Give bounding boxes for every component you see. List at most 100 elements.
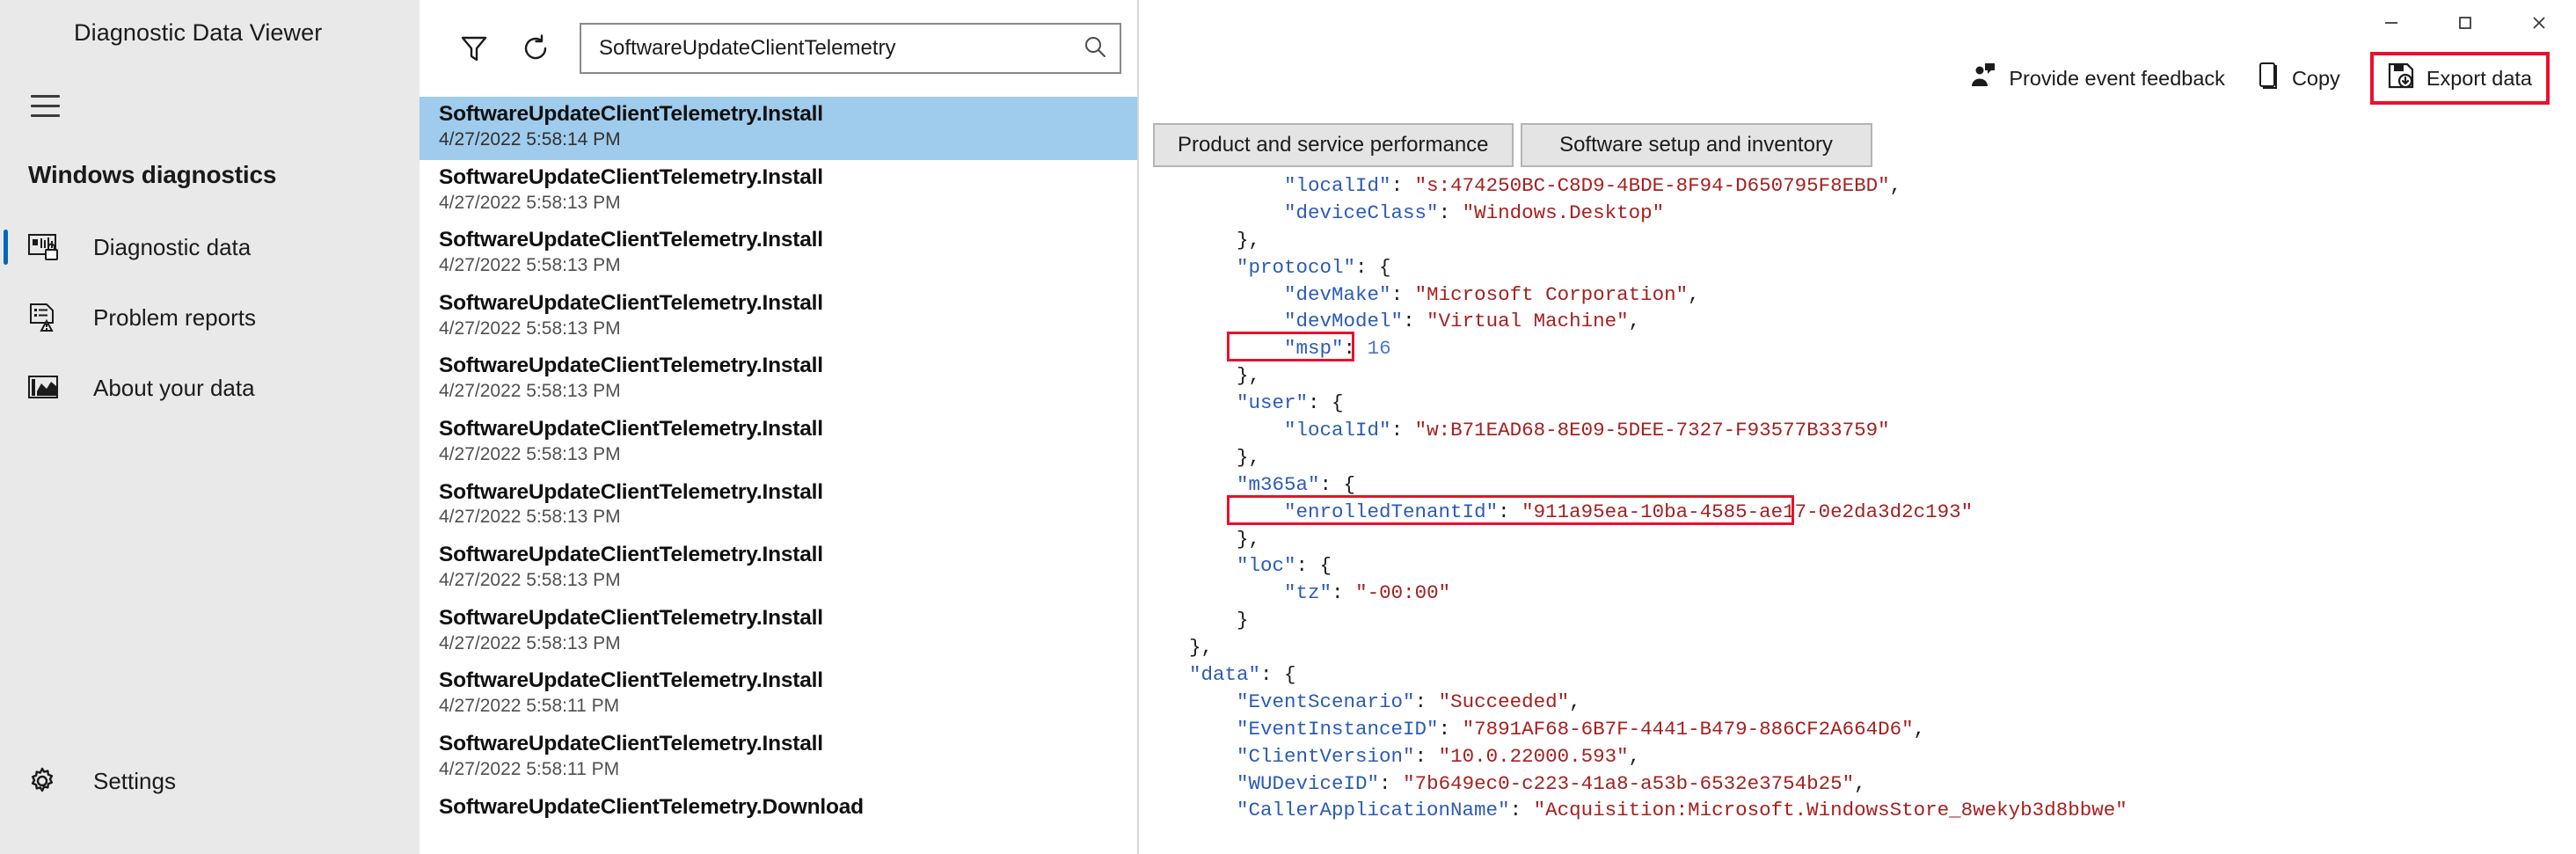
hamburger-menu-icon[interactable] [19,80,70,131]
list-item[interactable]: SoftwareUpdateClientTelemetry.Install4/2… [420,663,1137,726]
event-timestamp: 4/27/2022 5:58:13 PM [439,379,1137,403]
event-name: SoftwareUpdateClientTelemetry.Download [439,795,1137,821]
json-punctuation: : { [1320,473,1356,496]
sidebar-item-problem-reports[interactable]: Problem reports [0,282,420,353]
json-key: "enrolledTenantId" [1284,500,1498,523]
search-input[interactable] [599,36,1083,61]
event-timestamp: 4/27/2022 5:58:14 PM [439,128,1137,151]
tab-product-and-service-performance[interactable]: Product and service performance [1153,123,1514,167]
json-indent [1165,500,1284,523]
list-item[interactable]: SoftwareUpdateClientTelemetry.Install4/2… [420,601,1137,664]
event-name: SoftwareUpdateClientTelemetry.Install [439,228,1137,253]
json-number-value: 16 [1368,337,1391,360]
event-timestamp: 4/27/2022 5:58:13 PM [439,253,1137,277]
tab-software-setup-and-inventory[interactable]: Software setup and inventory [1521,123,1872,167]
search-icon[interactable] [1083,34,1107,63]
copy-button[interactable]: Copy [2241,54,2356,103]
json-indent [1165,419,1284,442]
json-punctuation: : [1498,500,1522,523]
list-item[interactable]: SoftwareUpdateClientTelemetry.Install4/2… [420,160,1137,223]
sidebar-nav-list: Diagnostic data Problem [0,212,420,423]
json-punctuation: }, [1237,528,1260,551]
gear-icon [28,767,74,795]
json-line: "localId": "w:B71EAD68-8E09-5DEE-7327-F9… [1165,417,2576,444]
refresh-icon[interactable] [511,24,560,73]
list-item[interactable]: SoftwareUpdateClientTelemetry.Install4/2… [420,97,1137,160]
json-line: "protocol": { [1165,254,2576,281]
json-key: "localId" [1284,174,1391,197]
sidebar-item-settings[interactable]: Settings [0,750,420,812]
event-timestamp: 4/27/2022 5:58:13 PM [439,442,1137,466]
list-item[interactable]: SoftwareUpdateClientTelemetry.Download [420,790,1137,853]
json-indent [1165,554,1237,577]
json-key: "user" [1237,391,1308,414]
json-line: "user": { [1165,390,2576,417]
json-scrollbar[interactable] [2564,172,2576,854]
json-key: "localId" [1284,419,1391,442]
json-line: "m365a": { [1165,471,2576,499]
export-data-label: Export data [2426,67,2532,91]
search-box[interactable] [580,23,1121,74]
hamburger-bar [31,105,60,107]
json-line: "devModel": "Virtual Machine", [1165,308,2576,335]
category-tabs: Product and service performance Software… [1139,104,2576,167]
event-name: SoftwareUpdateClientTelemetry.Install [439,732,1137,757]
event-name: SoftwareUpdateClientTelemetry.Install [439,354,1137,379]
json-indent [1165,201,1284,224]
list-item[interactable]: SoftwareUpdateClientTelemetry.Install4/2… [420,223,1137,286]
json-line: }, [1165,634,2576,661]
json-indent [1165,690,1237,713]
json-punctuation: : { [1260,663,1296,686]
json-punctuation: , [1629,745,1641,768]
list-item[interactable]: SoftwareUpdateClientTelemetry.Install4/2… [420,537,1137,601]
json-indent [1165,283,1284,306]
event-name: SoftwareUpdateClientTelemetry.Install [439,480,1137,506]
list-item[interactable]: SoftwareUpdateClientTelemetry.Install4/2… [420,726,1137,790]
json-punctuation: : [1439,718,1463,741]
json-string-value: "Microsoft Corporation" [1415,283,1689,306]
json-string-value: "7891AF68-6B7F-4441-B479-886CF2A664D6" [1463,718,1914,741]
list-item[interactable]: SoftwareUpdateClientTelemetry.Install4/2… [420,475,1137,538]
tab-label: Software setup and inventory [1559,133,1833,157]
main-panel: Provide event feedback Copy [1139,0,2576,854]
filter-icon[interactable] [449,24,499,73]
sidebar-item-label: Problem reports [93,304,256,332]
close-button[interactable] [2502,0,2576,46]
json-indent [1165,337,1284,360]
json-punctuation: , [1688,283,1700,306]
maximize-button[interactable] [2428,0,2502,46]
event-list[interactable]: SoftwareUpdateClientTelemetry.Install4/2… [420,97,1137,854]
json-key: "data" [1189,663,1260,686]
json-line: "devMake": "Microsoft Corporation", [1165,281,2576,309]
json-key: "EventScenario" [1237,690,1415,713]
json-key: "CallerApplicationName" [1237,799,1510,821]
json-indent [1165,174,1284,197]
list-item[interactable]: SoftwareUpdateClientTelemetry.Install4/2… [420,412,1137,475]
sidebar-item-diagnostic-data[interactable]: Diagnostic data [0,212,420,282]
event-json-viewer[interactable]: "localId": "s:474250BC-C8D9-4BDE-8F94-D6… [1139,172,2576,854]
json-line: "WUDeviceID": "7b649ec0-c223-41a8-a53b-6… [1165,770,2576,798]
event-name: SoftwareUpdateClientTelemetry.Install [439,102,1137,128]
json-line: "localId": "s:474250BC-C8D9-4BDE-8F94-D6… [1165,172,2576,200]
event-timestamp: 4/27/2022 5:58:13 PM [439,505,1137,529]
minimize-button[interactable] [2354,0,2428,46]
sidebar-item-about-your-data[interactable]: About your data [0,353,420,423]
json-punctuation: }, [1237,446,1260,469]
json-punctuation: }, [1237,229,1260,252]
json-line: }, [1165,362,2576,390]
json-string-value: "Virtual Machine" [1427,310,1629,332]
window-titlebar [1139,0,2576,53]
json-punctuation: }, [1189,636,1213,659]
diagnostic-data-viewer-window: Diagnostic Data Viewer Windows diagnosti… [0,0,2576,854]
json-string-value: "Windows.Desktop" [1463,201,1665,224]
selection-indicator [4,230,8,265]
provide-event-feedback-button[interactable]: Provide event feedback [1954,54,2241,103]
json-punctuation: : [1379,772,1403,795]
list-item[interactable]: SoftwareUpdateClientTelemetry.Install4/2… [420,348,1137,412]
json-punctuation: , [1629,310,1641,332]
json-key: "ClientVersion" [1237,745,1415,768]
json-indent [1165,718,1237,741]
event-list-pane: SoftwareUpdateClientTelemetry.Install4/2… [420,0,1139,854]
list-item[interactable]: SoftwareUpdateClientTelemetry.Install4/2… [420,286,1137,349]
export-data-button[interactable]: Export data [2370,52,2550,105]
